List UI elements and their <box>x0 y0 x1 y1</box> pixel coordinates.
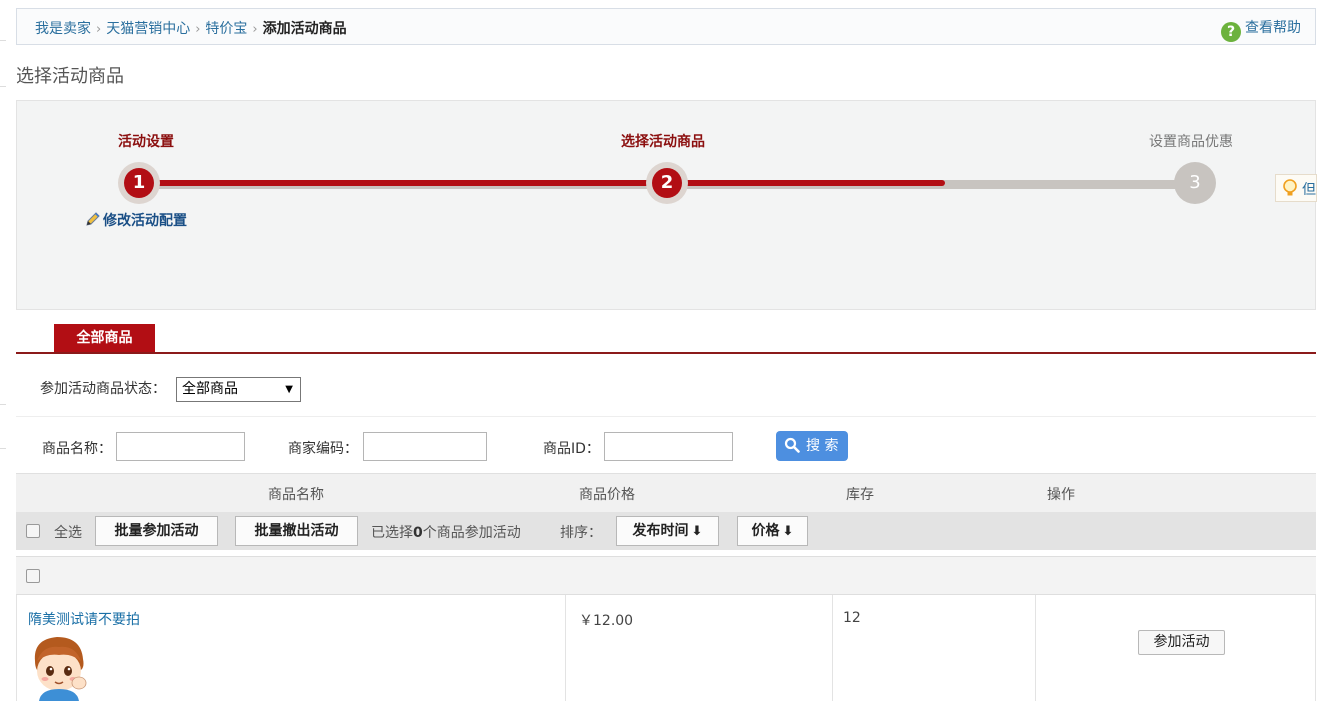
dropdown-arrow-icon: ▼ <box>285 384 293 395</box>
selected-prefix: 已选择 <box>371 525 413 541</box>
breadcrumb-tmall-marketing[interactable]: 天猫营销中心 <box>106 21 190 37</box>
step-2-label: 选择活动商品 <box>621 134 705 150</box>
column-divider <box>565 595 566 701</box>
row-checkbox[interactable] <box>26 569 40 583</box>
step-3-marker: 3 <box>1174 162 1216 204</box>
table-header: 商品名称 商品价格 库存 操作 <box>16 473 1316 512</box>
left-edge <box>0 0 6 701</box>
breadcrumb-separator: › <box>195 22 201 37</box>
tab-all-products[interactable]: 全部商品 <box>54 324 155 353</box>
arrow-down-icon: ⬇ <box>782 524 794 539</box>
header-price: 商品价格 <box>579 487 635 503</box>
header-product-name: 商品名称 <box>268 487 324 503</box>
search-icon <box>784 437 800 453</box>
lightbulb-icon <box>1283 179 1297 196</box>
status-select-value: 全部商品 <box>182 381 238 397</box>
selected-count-text: 已选择0个商品参加活动 <box>371 522 521 542</box>
step-3-label: 设置商品优惠 <box>1149 134 1233 150</box>
page-title: 选择活动商品 <box>16 66 124 87</box>
edit-config-link[interactable]: 修改活动配置 <box>85 210 187 230</box>
product-thumbnail[interactable] <box>29 631 95 701</box>
tip-box[interactable]: 但 <box>1275 174 1317 202</box>
sort-by-time-label: 发布时间 <box>632 523 689 539</box>
step-3-number: 3 <box>1180 168 1210 198</box>
product-id-label: 商品ID： <box>543 441 600 457</box>
column-divider <box>832 595 833 701</box>
merchant-code-input[interactable] <box>363 432 487 461</box>
tip-text: 但 <box>1302 182 1316 198</box>
step-1-number: 1 <box>124 168 154 198</box>
breadcrumb-seller[interactable]: 我是卖家 <box>35 21 91 37</box>
arrow-down-icon: ⬇ <box>691 524 703 539</box>
search-button[interactable]: 搜 索 <box>776 431 848 461</box>
step-2-marker: 2 <box>646 162 688 204</box>
product-stock: 12 <box>843 610 861 626</box>
progress-fill <box>139 180 945 186</box>
steps-panel: 活动设置 选择活动商品 设置商品优惠 1 2 3 修改活动配置 但 <box>16 100 1317 310</box>
sort-label: 排序： <box>560 525 602 541</box>
divider <box>16 416 1316 417</box>
help-link[interactable]: ? 查看帮助 <box>1221 17 1301 42</box>
product-name-label: 商品名称： <box>42 441 112 457</box>
product-id-input[interactable] <box>604 432 733 461</box>
breadcrumb-tejiabao[interactable]: 特价宝 <box>205 21 247 37</box>
header-action: 操作 <box>1047 487 1075 503</box>
tab-underline <box>16 352 1316 354</box>
page: 我是卖家 › 天猫营销中心 › 特价宝 › 添加活动商品 ? 查看帮助 选择活动商品 活动设置… <box>0 0 1318 701</box>
status-select[interactable]: 全部商品 ▼ <box>176 377 301 402</box>
breadcrumb-current: 添加活动商品 <box>262 21 347 37</box>
batch-quit-button[interactable]: 批量撤出活动 <box>235 516 358 546</box>
step-2-number: 2 <box>652 168 682 198</box>
header-stock: 库存 <box>846 487 874 503</box>
sort-by-price-button[interactable]: 价格 ⬇ <box>737 516 808 546</box>
breadcrumb: 我是卖家 › 天猫营销中心 › 特价宝 › 添加活动商品 ? 查看帮助 <box>16 8 1316 45</box>
table-row-header <box>16 556 1316 595</box>
product-price: ￥12.00 <box>579 613 634 629</box>
breadcrumb-separator: › <box>96 22 102 37</box>
select-all-label: 全选 <box>54 525 82 541</box>
merchant-code-label: 商家编码： <box>288 441 358 457</box>
selected-suffix: 个商品参加活动 <box>422 525 521 541</box>
table-toolbar: 全选 批量参加活动 批量撤出活动 已选择0个商品参加活动 排序： 发布时间 ⬇ 价… <box>16 512 1316 550</box>
product-name-input[interactable] <box>116 432 245 461</box>
step-1-marker: 1 <box>118 162 160 204</box>
join-activity-button[interactable]: 参加活动 <box>1138 630 1225 655</box>
table-row: 隋美测试请不要拍 ￥12.00 12 参加活动 <box>16 595 1316 701</box>
batch-join-button[interactable]: 批量参加活动 <box>95 516 218 546</box>
selected-count: 0 <box>413 525 423 541</box>
status-filter-label: 参加活动商品状态： <box>40 381 166 397</box>
help-label: 查看帮助 <box>1245 20 1301 36</box>
edit-config-label: 修改活动配置 <box>103 213 187 229</box>
sort-by-price-label: 价格 <box>751 523 780 539</box>
select-all-checkbox[interactable] <box>26 524 40 538</box>
breadcrumb-separator: › <box>252 22 258 37</box>
search-button-label: 搜 索 <box>806 438 839 454</box>
product-name-link[interactable]: 隋美测试请不要拍 <box>28 609 140 629</box>
sort-by-time-button[interactable]: 发布时间 ⬇ <box>616 516 719 546</box>
step-1-label: 活动设置 <box>118 134 174 150</box>
column-divider <box>1035 595 1036 701</box>
help-question-icon: ? <box>1221 22 1241 42</box>
pencil-icon <box>86 212 100 226</box>
